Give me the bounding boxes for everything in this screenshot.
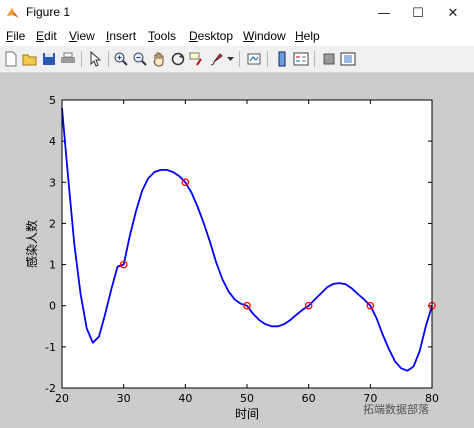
toolbar-separator <box>239 51 240 67</box>
x-tick-label: 20 <box>55 392 69 405</box>
menu-desktop-rest: esktop <box>197 29 234 43</box>
y-tick-label: 3 <box>49 176 56 189</box>
menu-file-rest: ile <box>13 29 26 43</box>
print-icon[interactable] <box>59 50 77 68</box>
y-tick-label: 2 <box>49 217 56 230</box>
menu-tools[interactable]: Tools <box>148 29 176 43</box>
menu-window-accel: W <box>243 29 255 43</box>
menu-tools-rest: ools <box>154 29 177 43</box>
figure-toolbar <box>0 46 474 73</box>
link-plot-icon[interactable] <box>245 50 263 68</box>
menu-file[interactable]: File <box>6 29 25 43</box>
show-plot-tools-icon[interactable] <box>339 50 357 68</box>
menu-desktop[interactable]: Desktop <box>189 29 233 43</box>
close-icon: ✕ <box>447 5 459 21</box>
watermark-text: 拓端数据部落 <box>363 403 429 416</box>
plot-svg[interactable]: 20 30 40 50 60 70 80-2-1012345 时间 感染人数 <box>0 73 474 428</box>
brush-icon[interactable] <box>207 50 225 68</box>
zoom-in-icon[interactable] <box>112 50 130 68</box>
y-axis-label: 感染人数 <box>24 220 39 268</box>
open-file-icon[interactable] <box>21 50 39 68</box>
menu-help-accel: H <box>295 29 304 43</box>
axes-background[interactable] <box>62 100 432 388</box>
y-tick-label: -2 <box>45 382 56 395</box>
legend-icon[interactable] <box>292 50 310 68</box>
x-tick-label: 30 <box>117 392 131 405</box>
figure-canvas[interactable]: 20 30 40 50 60 70 80 -2 -1 0 1 2 3 4 5 时间 感染人数 拓端数据部落 <box>0 73 474 428</box>
menu-window[interactable]: Window <box>243 29 286 43</box>
toolbar-separator <box>81 51 82 67</box>
window-title: Figure 1 <box>26 5 71 19</box>
colorbar-icon[interactable] <box>273 50 291 68</box>
data-cursor-icon[interactable] <box>188 50 206 68</box>
hide-plot-tools-icon[interactable] <box>320 50 338 68</box>
x-tick-label: 60 <box>302 392 316 405</box>
toolbar-separator <box>267 51 268 67</box>
menu-insert[interactable]: Insert <box>106 29 136 43</box>
matlab-logo-icon <box>7 8 19 18</box>
x-tick-label: 50 <box>240 392 254 405</box>
x-tick-label: 40 <box>178 392 192 405</box>
title-bar: Figure 1 — ☐ ✕ <box>0 0 474 26</box>
menu-edit-rest: dit <box>44 29 57 43</box>
zoom-out-icon[interactable] <box>131 50 149 68</box>
toolbar-separator <box>314 51 315 67</box>
y-tick-label: -1 <box>45 341 56 354</box>
menu-view[interactable]: View <box>69 29 95 43</box>
pan-hand-icon[interactable] <box>150 50 168 68</box>
close-button[interactable]: ✕ <box>436 0 470 26</box>
minimize-button[interactable]: — <box>367 0 401 26</box>
menu-edit[interactable]: Edit <box>36 29 57 43</box>
maximize-icon: ☐ <box>412 5 424 21</box>
brush-dropdown-icon[interactable] <box>225 50 235 68</box>
menu-help[interactable]: Help <box>295 29 320 43</box>
menu-help-rest: elp <box>303 29 320 43</box>
x-axis-label: 时间 <box>235 407 259 421</box>
menu-bar: File Edit View Insert Tools Desktop Wind… <box>0 26 474 46</box>
y-tick-label: 1 <box>49 259 56 272</box>
menu-insert-rest: nsert <box>109 29 137 43</box>
minimize-icon: — <box>377 5 391 21</box>
menu-view-accel: V <box>69 29 77 43</box>
save-icon[interactable] <box>40 50 58 68</box>
new-figure-icon[interactable] <box>2 50 20 68</box>
menu-window-rest: indow <box>254 29 286 43</box>
menu-desktop-accel: D <box>189 29 198 43</box>
maximize-button[interactable]: ☐ <box>401 0 435 26</box>
select-arrow-icon[interactable] <box>86 50 104 68</box>
y-tick-label: 5 <box>49 94 56 107</box>
menu-view-rest: iew <box>76 29 95 43</box>
rotate-3d-icon[interactable] <box>169 50 187 68</box>
y-tick-label: 0 <box>49 300 56 313</box>
y-tick-label: 4 <box>49 135 56 148</box>
menu-edit-accel: E <box>36 29 45 43</box>
toolbar-separator <box>108 51 109 67</box>
